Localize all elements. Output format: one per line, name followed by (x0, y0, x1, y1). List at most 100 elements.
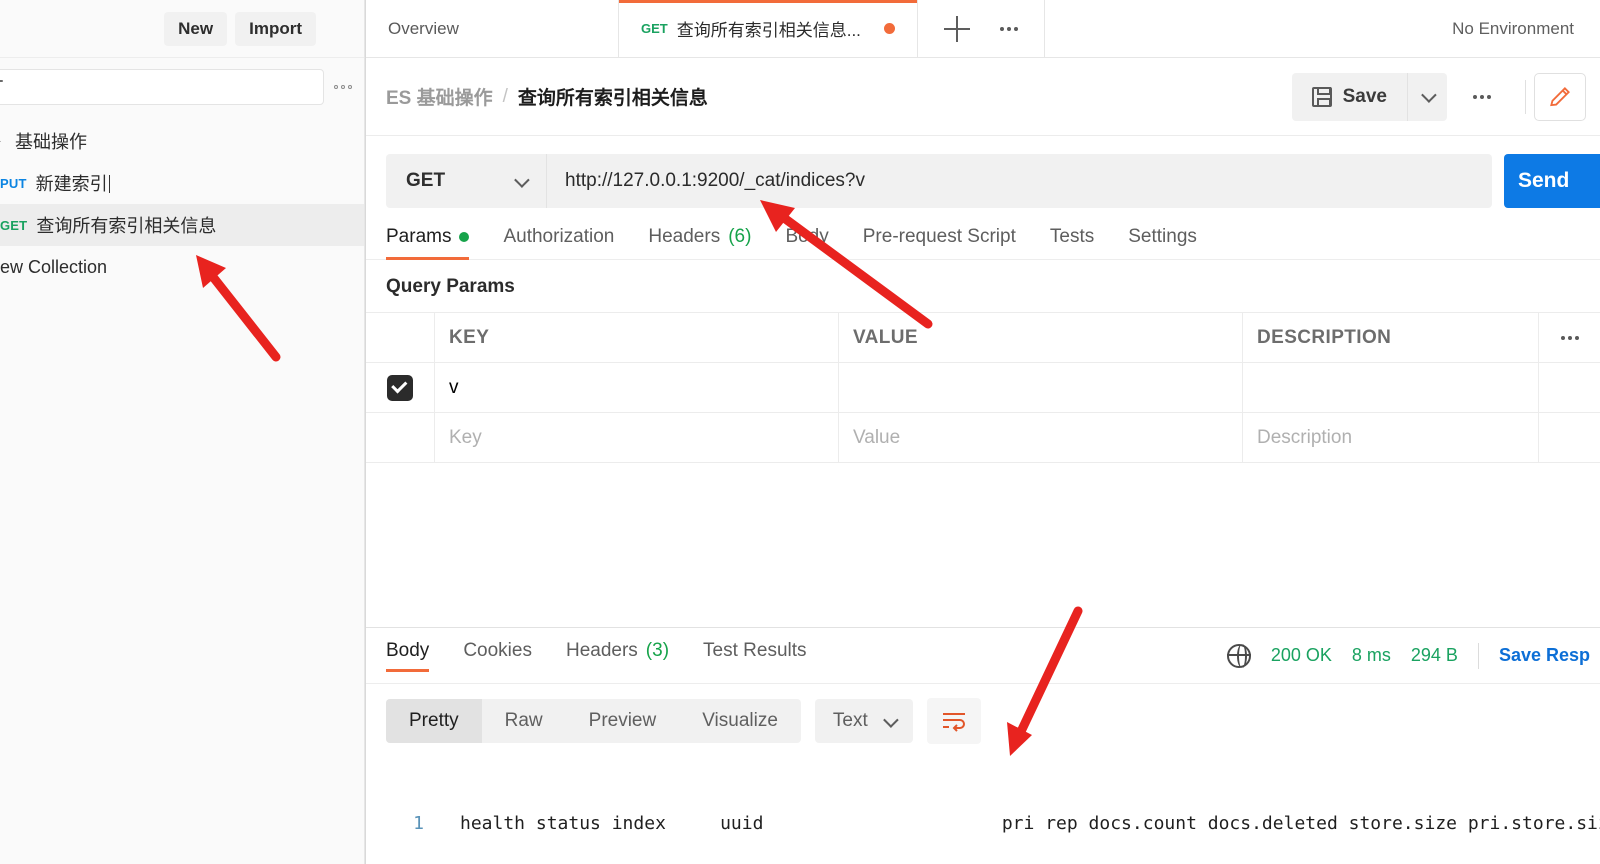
view-mode-group: Pretty Raw Preview Visualize (386, 699, 801, 743)
line-number: 1 (413, 813, 424, 834)
row-key[interactable]: v (434, 363, 838, 412)
new-value-input[interactable]: Value (838, 413, 1242, 462)
tab-pre-request-script[interactable]: Pre-request Script (846, 226, 1033, 259)
tab-headers[interactable]: Headers (6) (631, 226, 768, 259)
sidebar-item-request-get[interactable]: GET 查询所有索引相关信息 (0, 204, 364, 246)
breadcrumb-separator: / (502, 85, 508, 107)
view-mode-visualize[interactable]: Visualize (679, 699, 801, 743)
chevron-right-icon: ▸ (0, 136, 6, 147)
import-button[interactable]: Import (235, 11, 316, 46)
save-dropdown-button[interactable] (1407, 72, 1447, 121)
more-options-icon[interactable] (999, 26, 1018, 31)
send-label: Send (1518, 169, 1570, 192)
row-description[interactable] (1242, 363, 1538, 412)
sidebar: New Import ▸ 基础操作 PUT 新建索引 GET 查询所有索引相关信… (0, 0, 365, 864)
method-badge: GET (641, 21, 668, 36)
plus-icon[interactable] (943, 15, 970, 42)
tab-response-headers[interactable]: Headers (3) (549, 640, 686, 671)
response-tabs-row: Body Cookies Headers (3) Test Results 20… (366, 628, 1600, 684)
tab-label: Settings (1128, 226, 1197, 247)
new-button[interactable]: New (164, 11, 228, 46)
format-selector[interactable]: Text (814, 699, 913, 743)
header-checkbox-cell (366, 313, 434, 362)
response-tabs: Body Cookies Headers (3) Test Results (386, 640, 824, 672)
response-size: 294 B (1410, 645, 1458, 665)
tab-label: Authorization (503, 226, 615, 247)
headers-count: (3) (645, 640, 670, 661)
sidebar-item-request-put[interactable]: PUT 新建索引 (0, 162, 364, 204)
table-row-placeholder: Key Value Description (366, 413, 1600, 463)
tab-response-body[interactable]: Body (386, 640, 446, 672)
tab-overview[interactable]: Overview (366, 0, 619, 57)
environment-selector[interactable]: No Environment (1426, 0, 1600, 57)
request-more-options[interactable] (1447, 94, 1517, 99)
tab-strip: Overview GET 查询所有索引相关信息... No Environmen… (366, 0, 1600, 58)
response-time: 8 ms (1351, 645, 1391, 665)
chevron-down-icon (1421, 87, 1437, 103)
url-value: http://127.0.0.1:9200/_cat/indices?v (565, 170, 865, 191)
main-panel: Overview GET 查询所有索引相关信息... No Environmen… (365, 0, 1600, 864)
url-input[interactable]: http://127.0.0.1:9200/_cat/indices?v (546, 154, 1492, 208)
divider (1525, 79, 1526, 114)
row-value[interactable] (838, 363, 1242, 412)
tab-label: Cookies (463, 640, 532, 661)
line-text: health status index uuid pri rep docs.co… (460, 813, 1600, 834)
page-title[interactable]: 查询所有索引相关信息 (518, 83, 708, 110)
tab-body[interactable]: Body (768, 226, 845, 259)
sidebar-toolbar: New Import (0, 0, 364, 58)
save-button[interactable]: Save (1291, 72, 1407, 121)
tab-authorization[interactable]: Authorization (486, 226, 631, 259)
tab-params[interactable]: Params (386, 226, 486, 260)
method-selector[interactable]: GET (386, 154, 546, 208)
tab-settings[interactable]: Settings (1111, 226, 1214, 259)
sidebar-item-new-collection[interactable]: ew Collection (0, 246, 364, 288)
tab-cookies[interactable]: Cookies (446, 640, 549, 671)
tab-label: Headers (648, 226, 721, 247)
row-more-options[interactable] (1538, 363, 1600, 412)
tab-request[interactable]: GET 查询所有索引相关信息... (619, 0, 918, 57)
code-line: 1 health status index uuid pri rep docs.… (386, 810, 1600, 837)
tab-label: Tests (1049, 226, 1095, 247)
collection-tree: ▸ 基础操作 PUT 新建索引 GET 查询所有索引相关信息 ew Collec… (0, 116, 364, 288)
breadcrumb-collection[interactable]: ES 基础操作 (386, 83, 493, 110)
breadcrumb-row: ES 基础操作 / 查询所有索引相关信息 Save (366, 58, 1600, 136)
new-description-input[interactable]: Description (1242, 413, 1538, 462)
tab-tests[interactable]: Tests (1033, 226, 1111, 259)
table-more-options[interactable] (1538, 313, 1600, 362)
sidebar-filter-input[interactable] (0, 69, 324, 105)
breadcrumb: ES 基础操作 / 查询所有索引相关信息 (386, 83, 708, 110)
new-key-input[interactable]: Key (434, 413, 838, 462)
method-value: GET (406, 170, 446, 191)
request-tabs: Params Authorization Headers (6) Body Pr… (366, 208, 1600, 260)
save-response-button[interactable]: Save Resp (1499, 645, 1590, 666)
tab-label: 查询所有索引相关信息... (676, 21, 861, 40)
tab-label: Body (386, 640, 430, 661)
pencil-icon[interactable] (1534, 72, 1586, 121)
tab-label: Headers (565, 640, 638, 661)
sidebar-item-collection[interactable]: ▸ 基础操作 (0, 120, 364, 162)
method-badge: PUT (0, 175, 27, 191)
format-label: Text (832, 710, 868, 731)
response-meta: 200 OK 8 ms 294 B Save Resp (1226, 642, 1600, 669)
sidebar-search-row (0, 58, 364, 116)
sidebar-more-icon[interactable] (334, 85, 352, 89)
send-button[interactable]: Send (1504, 154, 1600, 208)
wrap-lines-icon[interactable] (926, 698, 981, 744)
empty-space (366, 463, 1600, 623)
row-checkbox-cell (366, 413, 434, 462)
view-mode-preview[interactable]: Preview (566, 699, 680, 743)
sidebar-item-label: 查询所有索引相关信息 (36, 216, 217, 236)
row-checkbox[interactable] (387, 374, 413, 401)
response-body[interactable]: 1 health status index uuid pri rep docs.… (366, 756, 1600, 864)
row-checkbox-cell (366, 363, 434, 412)
tab-test-results[interactable]: Test Results (686, 640, 823, 671)
view-mode-pretty[interactable]: Pretty (386, 699, 482, 743)
row-more-options[interactable] (1538, 413, 1600, 462)
header-key: KEY (434, 313, 838, 362)
query-params-title: Query Params (386, 276, 515, 297)
tab-label: Params (386, 226, 452, 247)
view-mode-raw[interactable]: Raw (482, 699, 566, 743)
save-label: Save (1342, 85, 1387, 107)
tab-actions (918, 0, 1045, 57)
